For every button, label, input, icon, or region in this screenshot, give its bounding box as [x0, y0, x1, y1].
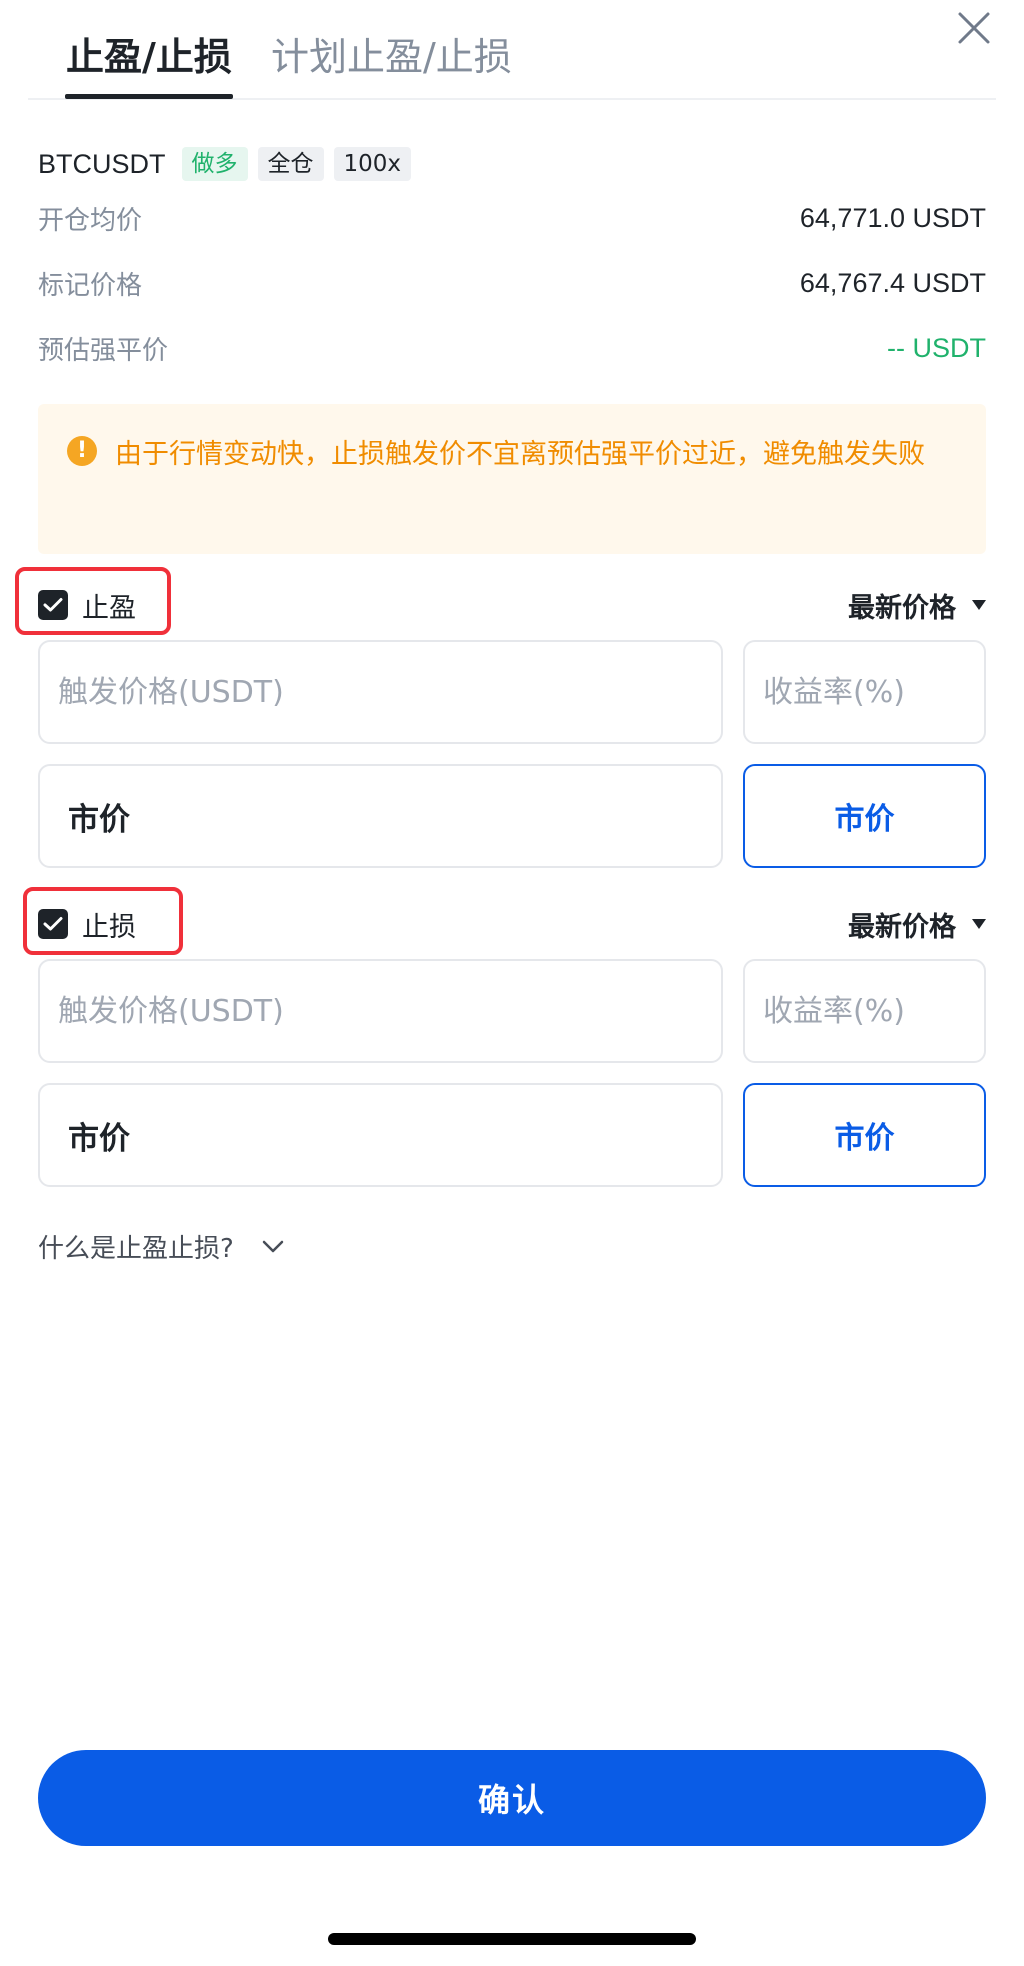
mark-price-label: 标记价格 [38, 270, 143, 301]
tab-tpsl[interactable]: 止盈/止损 [66, 26, 232, 81]
highlight-box-take-profit [15, 567, 171, 635]
stop-loss-price-type-select[interactable]: 最新价格 [848, 899, 986, 949]
entry-price-value: 64,771.0 USDT [799, 202, 986, 233]
take-profit-market-button[interactable]: 市价 [743, 764, 986, 868]
faq-toggle[interactable]: 什么是止盈止损? [38, 1228, 284, 1265]
take-profit-price-type-select[interactable]: 最新价格 [848, 580, 986, 630]
stop-loss-trigger-field[interactable] [38, 959, 723, 1063]
stop-loss-order-price: 市价 [68, 1120, 130, 1157]
triangle-down-icon [972, 600, 986, 610]
take-profit-order-price-field[interactable]: 市价 [38, 764, 723, 868]
liq-price-label: 预估强平价 [38, 335, 169, 366]
take-profit-trigger-field[interactable] [38, 640, 723, 744]
confirm-button[interactable]: 确认 [38, 1750, 986, 1846]
chevron-down-icon [262, 1240, 284, 1252]
entry-price-label: 开仓均价 [38, 205, 143, 236]
entry-price-row: 开仓均价 64,771.0 USDT [38, 198, 986, 238]
price-type-label: 最新价格 [848, 911, 956, 943]
margin-mode-badge: 全仓 [257, 147, 324, 181]
faq-label: 什么是止盈止损? [38, 1234, 234, 1264]
leverage-badge: 100x [333, 147, 412, 181]
warning-text: 由于行情变动快，止损触发价不宜离预估强平价过近，避免触发失败 [115, 439, 925, 470]
liq-price-row: 预估强平价 -- USDT [38, 328, 986, 368]
tab-plan-tpsl[interactable]: 计划止盈/止损 [271, 26, 512, 81]
close-icon[interactable] [952, 6, 996, 50]
highlight-box-stop-loss [23, 887, 183, 955]
take-profit-roe-input[interactable] [763, 674, 984, 710]
stop-loss-trigger-input[interactable] [58, 993, 721, 1029]
tpsl-sheet: 止盈/止损 计划止盈/止损 BTCUSDT 做多 全仓 100x 开仓均价 64… [0, 0, 1024, 1966]
warning-banner: ! 由于行情变动快，止损触发价不宜离预估强平价过近，避免触发失败 [38, 404, 986, 554]
home-indicator [328, 1933, 696, 1945]
stop-loss-roe-field[interactable] [743, 959, 986, 1063]
stop-loss-roe-input[interactable] [763, 993, 984, 1029]
take-profit-roe-field[interactable] [743, 640, 986, 744]
take-profit-order-price: 市价 [68, 801, 130, 838]
position-symbol-row: BTCUSDT 做多 全仓 100x [38, 146, 412, 182]
side-badge: 做多 [181, 147, 248, 181]
exclamation-icon: ! [67, 436, 97, 466]
symbol-name: BTCUSDT [38, 148, 166, 179]
tab-bar: 止盈/止损 计划止盈/止损 [28, 0, 996, 100]
price-type-label: 最新价格 [848, 592, 956, 624]
active-tab-indicator [65, 94, 233, 99]
triangle-down-icon [972, 919, 986, 929]
mark-price-value: 64,767.4 USDT [799, 267, 986, 298]
take-profit-trigger-input[interactable] [58, 674, 721, 710]
take-profit-header: 止盈 最新价格 [38, 580, 986, 630]
stop-loss-market-button[interactable]: 市价 [743, 1083, 986, 1187]
stop-loss-order-price-field[interactable]: 市价 [38, 1083, 723, 1187]
liq-price-value: -- USDT [887, 332, 986, 363]
mark-price-row: 标记价格 64,767.4 USDT [38, 263, 986, 303]
